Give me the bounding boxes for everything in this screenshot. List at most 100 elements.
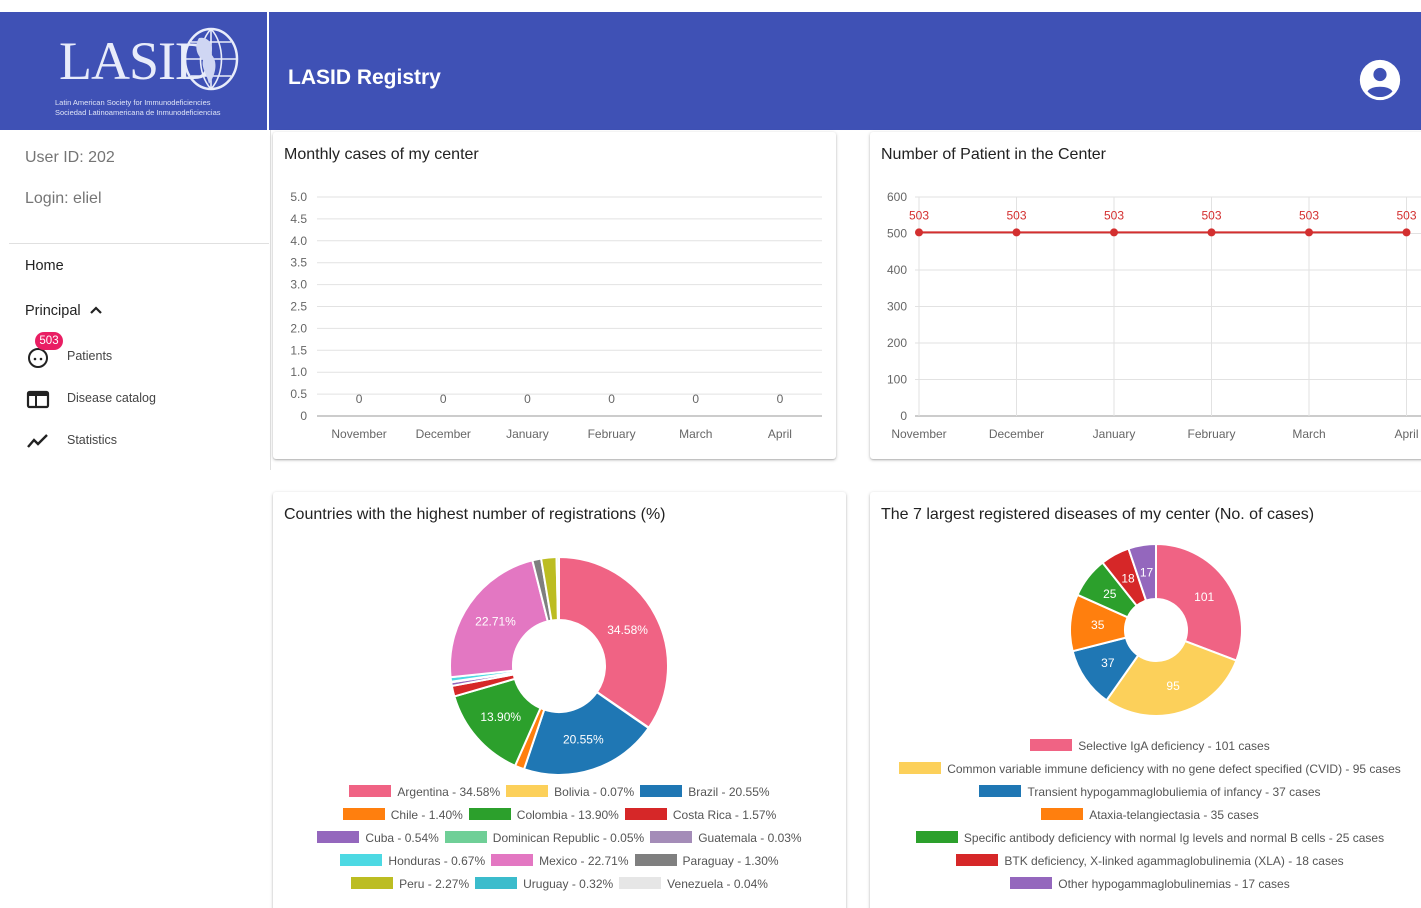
legend-item[interactable]: Cuba - 0.54% — [317, 831, 439, 845]
data-label: 503 — [1396, 208, 1416, 222]
legend-item[interactable]: BTK deficiency, X-linked agammaglobuline… — [956, 854, 1344, 868]
data-label: 503 — [1299, 208, 1319, 222]
patients-line-chart: 0100200300400500600503November503Decembe… — [887, 190, 1421, 441]
slice-label: 13.90% — [480, 710, 521, 724]
sidebar-item-statistics[interactable]: Statistics — [25, 429, 255, 453]
legend-swatch — [349, 785, 392, 797]
y-tick-label: 3.0 — [290, 278, 307, 292]
legend-label: Peru - 2.27% — [399, 877, 470, 891]
legend-label: Selective IgA deficiency - 101 cases — [1078, 739, 1270, 753]
legend-swatch — [640, 785, 683, 797]
pie-slice — [558, 555, 669, 730]
slice-label: 95 — [1166, 679, 1180, 693]
legend-item[interactable]: Transient hypogammaglobuliemia of infanc… — [979, 785, 1321, 799]
line-point — [1110, 228, 1118, 237]
monthly-cases-card: Monthly cases of my center 0 0.5 1.0 1.5 2.0… — [273, 132, 836, 459]
legend-item[interactable]: Other hypogammaglobulinemias - 17 cases — [1010, 877, 1290, 891]
legend-swatch — [899, 762, 942, 774]
globe-icon — [183, 27, 239, 91]
legend-item[interactable]: Common variable immune deficiency with n… — [899, 762, 1401, 776]
slice-label: 35 — [1091, 618, 1105, 632]
sidebar-item-principal-label: Principal — [25, 303, 81, 319]
sidebar-item-principal[interactable]: Principal — [25, 303, 103, 319]
legend-swatch — [1041, 808, 1084, 820]
data-label: 503 — [909, 208, 929, 222]
legend-item[interactable]: Dominican Republic - 0.05% — [444, 831, 644, 845]
account-circle-icon[interactable] — [1358, 58, 1402, 102]
legend-swatch — [634, 854, 677, 866]
x-tick-label: December — [416, 427, 471, 441]
card-title: The 7 largest registered diseases of my … — [881, 506, 1315, 523]
x-tick-label: January — [1093, 427, 1136, 441]
legend-item[interactable]: Argentina - 34.58% — [349, 785, 500, 799]
line-point — [1402, 228, 1411, 237]
legend-row: Chile - 1.40% Colombia - 13.90% Costa Rica… — [273, 808, 846, 822]
legend-swatch — [475, 877, 518, 889]
user-id: User ID: 202 — [25, 149, 115, 166]
sidebar-item-home[interactable]: Home — [25, 258, 64, 274]
sidebar-item-disease-catalog[interactable]: Disease catalog — [25, 387, 255, 411]
legend-item[interactable]: Mexico - 22.71% — [491, 854, 629, 868]
y-tick-label: 200 — [887, 336, 907, 350]
legend-row: Peru - 2.27% Uruguay - 0.32% Venezuela - 0… — [273, 877, 846, 891]
legend-label: Uruguay - 0.32% — [523, 877, 614, 891]
legend-label: Brazil - 20.55% — [688, 785, 770, 799]
data-label: 0 — [356, 392, 363, 406]
legend-item[interactable]: Selective IgA deficiency - 101 cases — [1030, 739, 1270, 753]
legend-swatch — [491, 854, 534, 866]
diseases-card: The 7 largest registered diseases of my … — [870, 492, 1421, 908]
legend-item[interactable]: Ataxia-telangiectasia - 35 cases — [1041, 808, 1259, 822]
legend-label: Ataxia-telangiectasia - 35 cases — [1089, 808, 1259, 822]
lasid-logo[interactable]: LASID Latin American Society for Immunod… — [9, 12, 269, 130]
legend-label: Argentina - 34.58% — [397, 785, 501, 799]
legend-swatch — [915, 831, 958, 843]
line-point — [1207, 228, 1216, 237]
data-label: 0 — [777, 392, 784, 406]
legend-label: Chile - 1.40% — [390, 808, 463, 822]
slice-label: 17 — [1140, 565, 1154, 579]
legend-item[interactable]: Peru - 2.27% — [351, 877, 469, 891]
legend-item[interactable]: Honduras - 0.67% — [340, 854, 485, 868]
legend-item[interactable]: Bolivia - 0.07% — [506, 785, 634, 799]
chevron-up-icon — [89, 306, 102, 314]
legend-item[interactable]: Guatemala - 0.03% — [650, 831, 802, 845]
sidebar-item-label: Statistics — [67, 433, 118, 447]
legend-label: Paraguay - 1.30% — [682, 854, 779, 868]
sidebar-item-label: Disease catalog — [67, 391, 156, 405]
y-tick-label: 300 — [887, 300, 907, 314]
data-label: 0 — [692, 392, 699, 406]
x-tick-label: April — [1394, 427, 1418, 441]
line-point — [1305, 228, 1313, 237]
line-point — [915, 228, 923, 237]
data-label: 0 — [608, 392, 615, 406]
legend-item[interactable]: Venezuela - 0.04% — [619, 877, 768, 891]
legend-label: Costa Rica - 1.57% — [672, 808, 777, 822]
legend-item[interactable]: Specific antibody deficiency with normal… — [915, 831, 1384, 845]
legend-row: Transient hypogammaglobuliemia of infanc… — [870, 785, 1421, 799]
legend-item[interactable]: Brazil - 20.55% — [640, 785, 770, 799]
legend-item[interactable]: Uruguay - 0.32% — [475, 877, 613, 891]
y-tick-label: 500 — [887, 227, 907, 241]
sidebar-item-label: Patients — [67, 349, 113, 363]
trending-icon — [27, 434, 48, 448]
legend-swatch — [1030, 739, 1073, 751]
countries-card: Countries with the highest number of reg… — [273, 492, 846, 908]
y-tick-label: 2.5 — [290, 300, 307, 314]
legend-item[interactable]: Colombia - 13.90% — [468, 808, 619, 822]
legend-swatch — [340, 854, 383, 866]
slice-label: 34.58% — [607, 623, 648, 637]
legend-item[interactable]: Costa Rica - 1.57% — [624, 808, 777, 822]
y-tick-label: 0 — [900, 409, 907, 423]
x-tick-label: November — [891, 427, 946, 441]
sidebar-item-patients[interactable]: 503 Patients — [25, 332, 255, 369]
legend-row: BTK deficiency, X-linked agammaglobuline… — [870, 854, 1421, 868]
legend-item[interactable]: Paraguay - 1.30% — [634, 854, 779, 868]
x-tick-label: February — [1187, 427, 1235, 441]
data-label: 0 — [524, 392, 531, 406]
y-tick-label: 100 — [887, 373, 907, 387]
data-label: 503 — [1104, 208, 1124, 222]
legend-swatch — [342, 808, 385, 820]
slice-label: 37 — [1101, 656, 1115, 670]
legend-item[interactable]: Chile - 1.40% — [342, 808, 463, 822]
legend-swatch — [979, 785, 1022, 797]
